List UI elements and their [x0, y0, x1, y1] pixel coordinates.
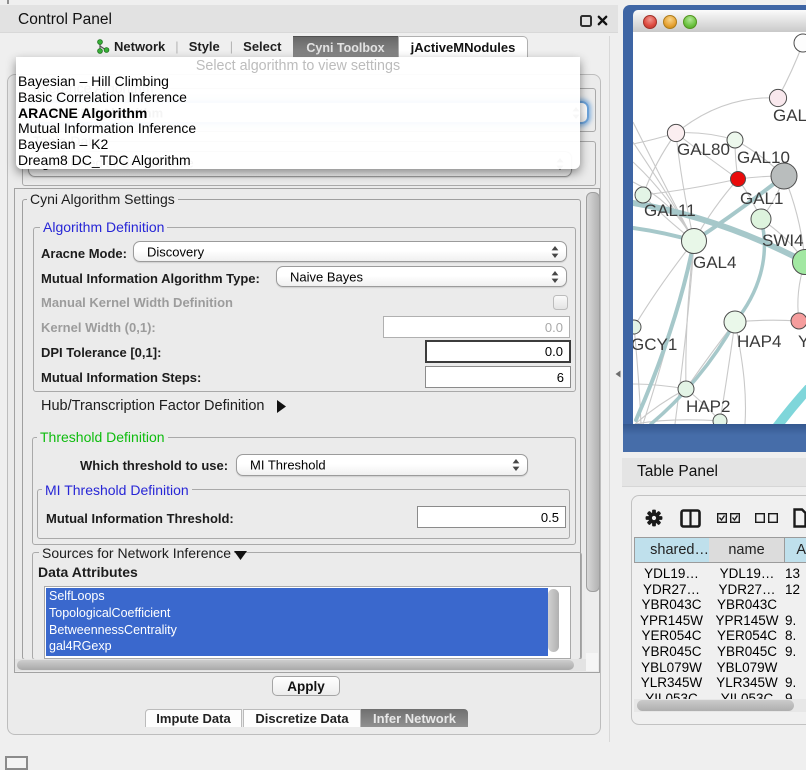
svg-text:GAL10: GAL10 [737, 148, 790, 167]
svg-text:GCY1: GCY1 [633, 335, 677, 354]
svg-text:GAL7: GAL7 [773, 106, 806, 125]
svg-text:HAP2: HAP2 [686, 397, 730, 416]
svg-text:HAP4: HAP4 [737, 332, 781, 351]
svg-text:SWI4: SWI4 [762, 231, 804, 250]
svg-text:GAL11: GAL11 [644, 201, 696, 220]
svg-text:GAL1: GAL1 [740, 189, 783, 208]
svg-text:GAL80: GAL80 [677, 140, 730, 159]
svg-text:YM: YM [798, 332, 806, 351]
svg-text:GAL4: GAL4 [693, 253, 736, 272]
